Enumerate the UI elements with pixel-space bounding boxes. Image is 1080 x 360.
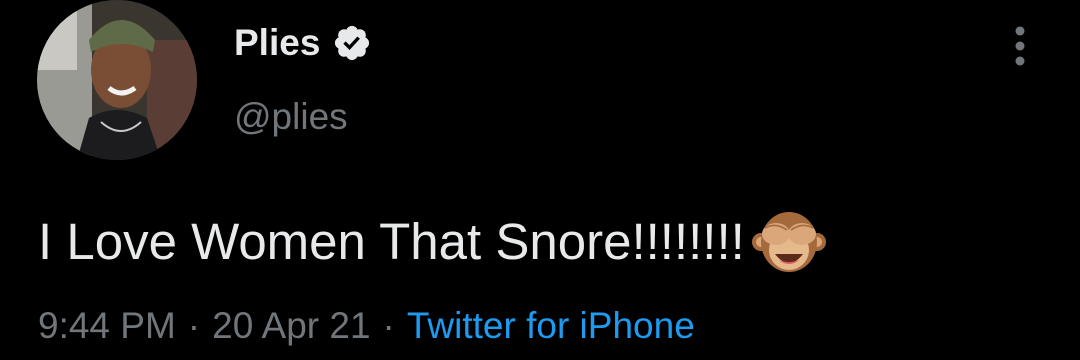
see-no-evil-monkey-icon [751,206,827,276]
tweet-text-content: I Love Women That Snore!!!!!!!! [38,212,745,270]
more-options-button[interactable] [1006,24,1034,68]
tweet-time[interactable]: 9:44 PM [38,305,176,346]
meta-separator: · [187,305,201,346]
avatar-image [37,0,197,160]
display-name[interactable]: Plies [234,22,320,64]
user-handle[interactable]: @plies [234,96,348,138]
user-name-row: Plies [234,20,372,66]
avatar[interactable] [37,0,197,160]
tweet-date[interactable]: 20 Apr 21 [212,305,370,346]
more-vertical-icon [1015,26,1025,66]
tweet-source-link[interactable]: Twitter for iPhone [407,305,695,346]
meta-separator-2: · [382,305,395,346]
verified-badge-icon [332,23,372,63]
tweet-meta: 9:44 PM · 20 Apr 21 · Twitter for iPhone [38,305,695,347]
tweet-detail: Plies @plies I Love Women That Snore!!!!… [0,0,1080,360]
tweet-text: I Love Women That Snore!!!!!!!! [38,206,827,276]
